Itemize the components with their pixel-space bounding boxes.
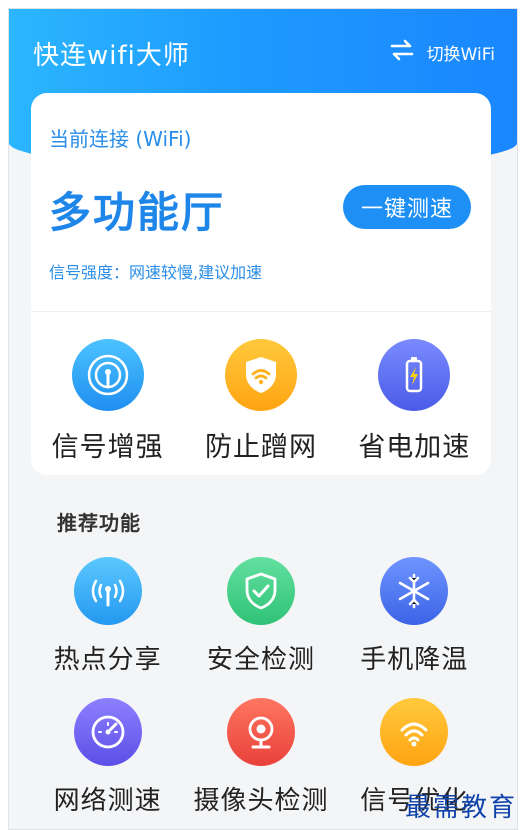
- feature-anti-leech[interactable]: 防止蹭网: [186, 339, 336, 469]
- feature-label: 摄像头检测: [193, 786, 329, 816]
- feature-label: 信号增强: [51, 432, 164, 463]
- feature-label: 手机降温: [360, 645, 469, 675]
- feature-signal-boost[interactable]: 信号增强: [33, 339, 183, 469]
- feature-phone-cooling[interactable]: 手机降温: [339, 557, 489, 676]
- top-feature-grid: 信号增强 防止蹭网 省电加速: [31, 339, 491, 469]
- shield-wifi-icon: [224, 339, 297, 411]
- camera-icon: [226, 698, 295, 766]
- feature-camera-detect[interactable]: 摄像头检测: [186, 698, 336, 817]
- feature-label: 网络测速: [53, 786, 162, 816]
- hotspot-icon: [73, 557, 142, 625]
- feature-label: 安全检测: [206, 645, 315, 675]
- speedometer-icon: [73, 698, 142, 766]
- signal-icon: [71, 339, 144, 411]
- speed-test-button[interactable]: 一键测速: [343, 185, 471, 229]
- swap-arrows-icon: [389, 39, 415, 66]
- network-name: 多功能厅: [49, 188, 226, 237]
- feature-label: 省电加速: [358, 432, 471, 463]
- feature-power-save[interactable]: 省电加速: [339, 339, 489, 469]
- connection-card: 当前连接 (WiFi) 多功能厅 一键测速 信号强度：网速较慢,建议加速 信号增…: [31, 93, 491, 475]
- recommended-title: 推荐功能: [57, 511, 141, 535]
- shield-check-icon: [226, 557, 295, 625]
- watermark-text: 最需教育: [404, 793, 517, 823]
- current-connection-label: 当前连接 (WiFi): [49, 127, 192, 151]
- divider: [31, 311, 491, 312]
- feature-label: 防止蹭网: [204, 432, 317, 463]
- switch-wifi-label: 切换WiFi: [426, 45, 495, 65]
- switch-wifi-button[interactable]: 切换WiFi: [389, 39, 495, 66]
- app-screen: 快连wifi大师 切换WiFi 当前连接 (WiFi) 多功能厅 一键测速 信号…: [8, 8, 518, 830]
- feature-security-check[interactable]: 安全检测: [186, 557, 336, 676]
- feature-label: 热点分享: [53, 645, 162, 675]
- snowflake-icon: [380, 557, 449, 625]
- wifi-optimize-icon: [380, 698, 449, 766]
- feature-network-speed[interactable]: 网络测速: [33, 698, 183, 817]
- battery-icon: [378, 339, 451, 411]
- app-title: 快连wifi大师: [33, 41, 190, 71]
- feature-hotspot-share[interactable]: 热点分享: [33, 557, 183, 676]
- signal-status: 信号强度：网速较慢,建议加速: [49, 263, 263, 282]
